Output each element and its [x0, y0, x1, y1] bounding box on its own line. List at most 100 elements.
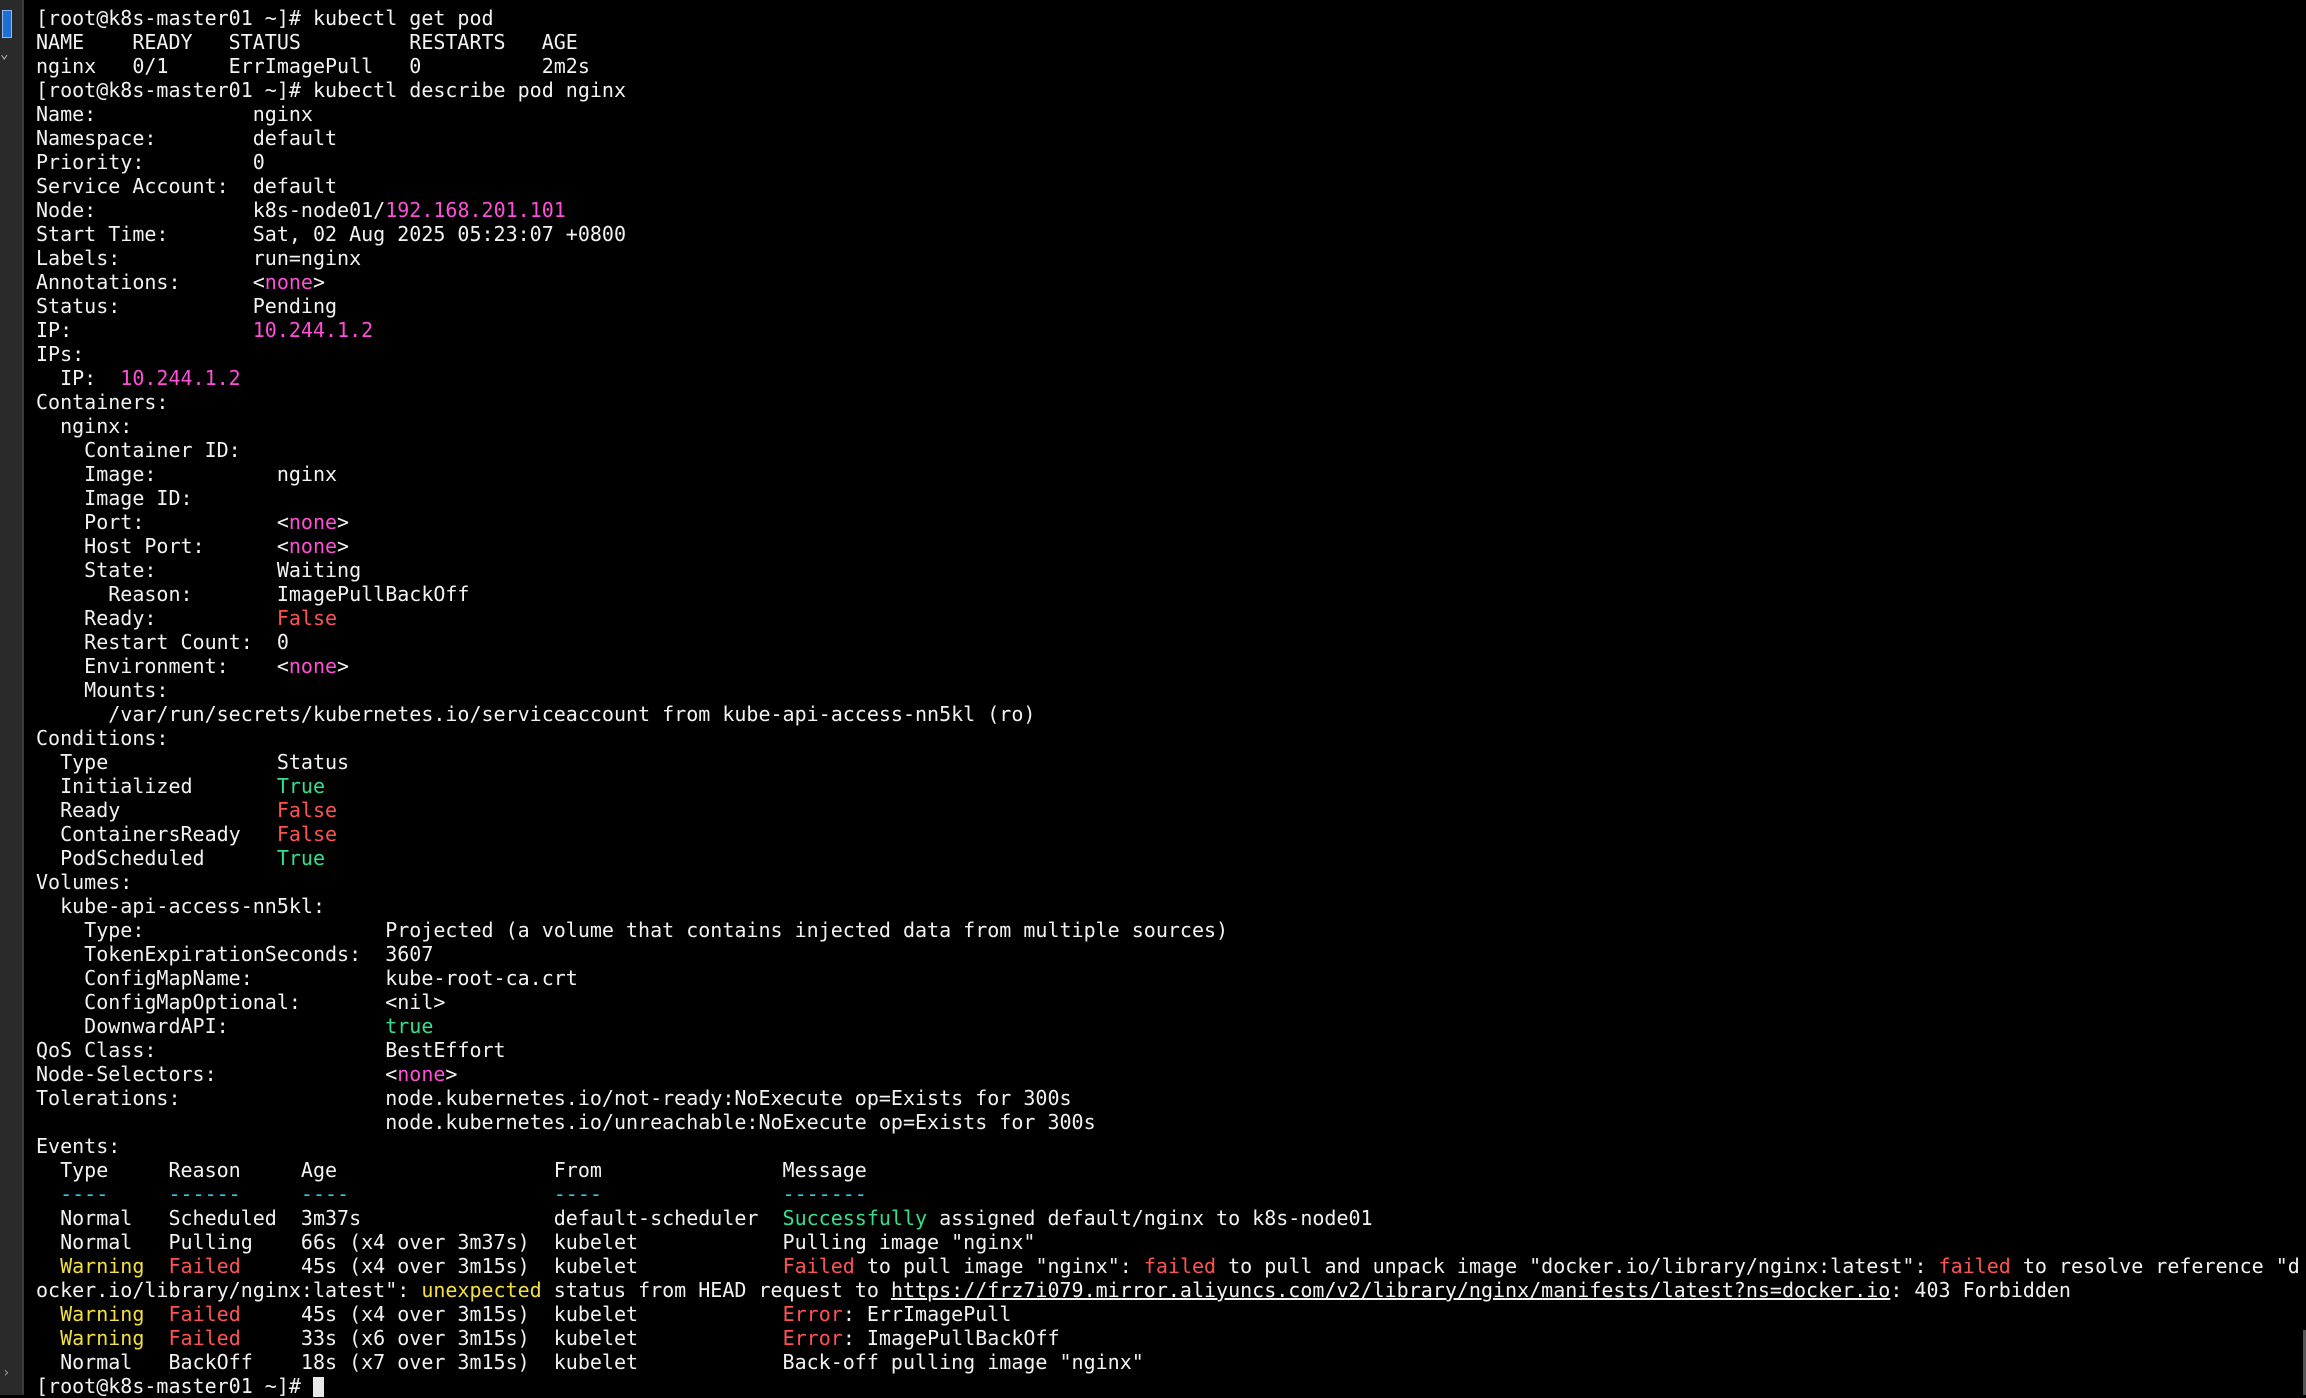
terminal-text: Status: Pending: [36, 294, 337, 318]
terminal-text: Node: k8s-node01/: [36, 198, 385, 222]
terminal-text: Start Time: Sat, 02 Aug 2025 05:23:07 +0…: [36, 222, 626, 246]
terminal-text: /var/run/secrets/kubernetes.io/serviceac…: [36, 702, 1035, 726]
terminal-text: Normal BackOff 18s (x7 over 3m15s) kubel…: [36, 1350, 1144, 1374]
terminal-line: Warning Failed 45s (x4 over 3m15s) kubel…: [36, 1302, 2306, 1326]
terminal-line: Containers:: [36, 390, 2306, 414]
terminal-line: IP: 10.244.1.2: [36, 366, 2306, 390]
terminal-gutter: ⌄ ›: [0, 0, 24, 1395]
terminal-line: Image: nginx: [36, 462, 2306, 486]
terminal-text: failed: [1144, 1254, 1216, 1278]
terminal-output[interactable]: [root@k8s-master01 ~]# kubectl get podNA…: [36, 6, 2306, 1395]
terminal-line: State: Waiting: [36, 558, 2306, 582]
terminal-line: Node: k8s-node01/192.168.201.101: [36, 198, 2306, 222]
terminal-text: none: [289, 510, 337, 534]
terminal-text: ConfigMapOptional: <nil>: [36, 990, 445, 1014]
terminal-text: IP:: [36, 366, 120, 390]
terminal-line: Volumes:: [36, 870, 2306, 894]
terminal-text: Failed: [783, 1254, 855, 1278]
terminal-line: nginx 0/1 ErrImagePull 0 2m2s: [36, 54, 2306, 78]
terminal-line: Image ID:: [36, 486, 2306, 510]
terminal-line: Status: Pending: [36, 294, 2306, 318]
terminal-link[interactable]: https://frz7i079.mirror.aliyuncs.com/v2/…: [891, 1278, 1890, 1302]
terminal-text: False: [277, 822, 337, 846]
terminal-text: Conditions:: [36, 726, 168, 750]
terminal-text: Warning: [60, 1254, 144, 1278]
terminal-line: Ready: False: [36, 606, 2306, 630]
terminal-line: Labels: run=nginx: [36, 246, 2306, 270]
terminal-text: Node-Selectors: <: [36, 1062, 397, 1086]
terminal-text: [root@k8s-master01 ~]#: [36, 1374, 313, 1398]
terminal-text: Volumes:: [36, 870, 132, 894]
terminal-line: ---- ------ ---- ---- -------: [36, 1182, 2306, 1206]
terminal-line: TokenExpirationSeconds: 3607: [36, 942, 2306, 966]
terminal-text: Failed: [168, 1254, 240, 1278]
terminal-text: Events:: [36, 1134, 120, 1158]
terminal-text: Type Status: [36, 750, 349, 774]
terminal-line: Initialized True: [36, 774, 2306, 798]
terminal-text: 33s (x6 over 3m15s) kubelet: [241, 1326, 783, 1350]
terminal-text: >: [313, 270, 325, 294]
terminal-text: False: [277, 798, 337, 822]
terminal-text: status from HEAD request to: [542, 1278, 891, 1302]
terminal-line: Type: Projected (a volume that contains …: [36, 918, 2306, 942]
terminal-text: unexpected: [421, 1278, 541, 1302]
terminal-text: to pull image "nginx":: [855, 1254, 1144, 1278]
session-marker[interactable]: [2, 10, 12, 38]
terminal-text: True: [277, 846, 325, 870]
terminal-line: Container ID:: [36, 438, 2306, 462]
terminal-text: Containers:: [36, 390, 168, 414]
terminal-text: Host Port: <: [36, 534, 289, 558]
terminal-text: : ImagePullBackOff: [843, 1326, 1060, 1350]
terminal-line: PodScheduled True: [36, 846, 2306, 870]
terminal-text: Priority: 0: [36, 150, 265, 174]
terminal-text: Failed: [168, 1326, 240, 1350]
terminal-line: Type Status: [36, 750, 2306, 774]
chevron-down-icon[interactable]: ⌄: [0, 46, 8, 62]
terminal-text: Container ID:: [36, 438, 241, 462]
terminal-text: Tolerations: node.kubernetes.io/not-read…: [36, 1086, 1072, 1110]
terminal-text: Image ID:: [36, 486, 193, 510]
terminal-text: Mounts:: [36, 678, 168, 702]
terminal-line: DownwardAPI: true: [36, 1014, 2306, 1038]
terminal-text: : ErrImagePull: [843, 1302, 1012, 1326]
terminal-text: assigned default/nginx to k8s-node01: [927, 1206, 1373, 1230]
terminal-text: NAME READY STATUS RESTARTS AGE: [36, 30, 578, 54]
terminal-text: true: [385, 1014, 433, 1038]
terminal-text: ContainersReady: [36, 822, 277, 846]
terminal-text: [root@k8s-master01 ~]# kubectl get pod: [36, 6, 494, 30]
terminal-text: Successfully: [783, 1206, 928, 1230]
terminal-line: Host Port: <none>: [36, 534, 2306, 558]
chevron-right-icon[interactable]: ›: [2, 1365, 10, 1381]
terminal-text: Service Account: default: [36, 174, 337, 198]
terminal-line: Mounts:: [36, 678, 2306, 702]
terminal-text: TokenExpirationSeconds: 3607: [36, 942, 433, 966]
terminal-text: Reason: ImagePullBackOff: [36, 582, 469, 606]
terminal-text: Image: nginx: [36, 462, 337, 486]
terminal-line: Normal Pulling 66s (x4 over 3m37s) kubel…: [36, 1230, 2306, 1254]
terminal-line: Name: nginx: [36, 102, 2306, 126]
terminal-text: Normal Scheduled 3m37s default-scheduler: [36, 1206, 783, 1230]
terminal-text: [36, 1254, 60, 1278]
terminal-line: Warning Failed 45s (x4 over 3m15s) kubel…: [36, 1254, 2306, 1278]
terminal-text: DownwardAPI:: [36, 1014, 385, 1038]
terminal-text: none: [289, 654, 337, 678]
terminal-text: Annotations: <: [36, 270, 265, 294]
terminal-text: Initialized: [36, 774, 277, 798]
terminal-text: 45s (x4 over 3m15s) kubelet: [241, 1302, 783, 1326]
terminal-line: Tolerations: node.kubernetes.io/not-read…: [36, 1086, 2306, 1110]
terminal-text: Warning: [60, 1302, 144, 1326]
terminal-text: failed: [1939, 1254, 2011, 1278]
terminal-text: Name: nginx: [36, 102, 313, 126]
terminal-line: NAME READY STATUS RESTARTS AGE: [36, 30, 2306, 54]
terminal-text: Error: [783, 1302, 843, 1326]
terminal-text: ---- ------ ---- ---- -------: [36, 1182, 867, 1206]
terminal-text: Namespace: default: [36, 126, 337, 150]
terminal-text: none: [265, 270, 313, 294]
terminal-text: False: [277, 606, 337, 630]
terminal-text: [36, 1302, 60, 1326]
terminal-line: Ready False: [36, 798, 2306, 822]
terminal-text: >: [337, 654, 349, 678]
terminal-line: ContainersReady False: [36, 822, 2306, 846]
terminal-line: ocker.io/library/nginx:latest": unexpect…: [36, 1278, 2306, 1302]
terminal-text: to resolve reference "d: [2011, 1254, 2300, 1278]
